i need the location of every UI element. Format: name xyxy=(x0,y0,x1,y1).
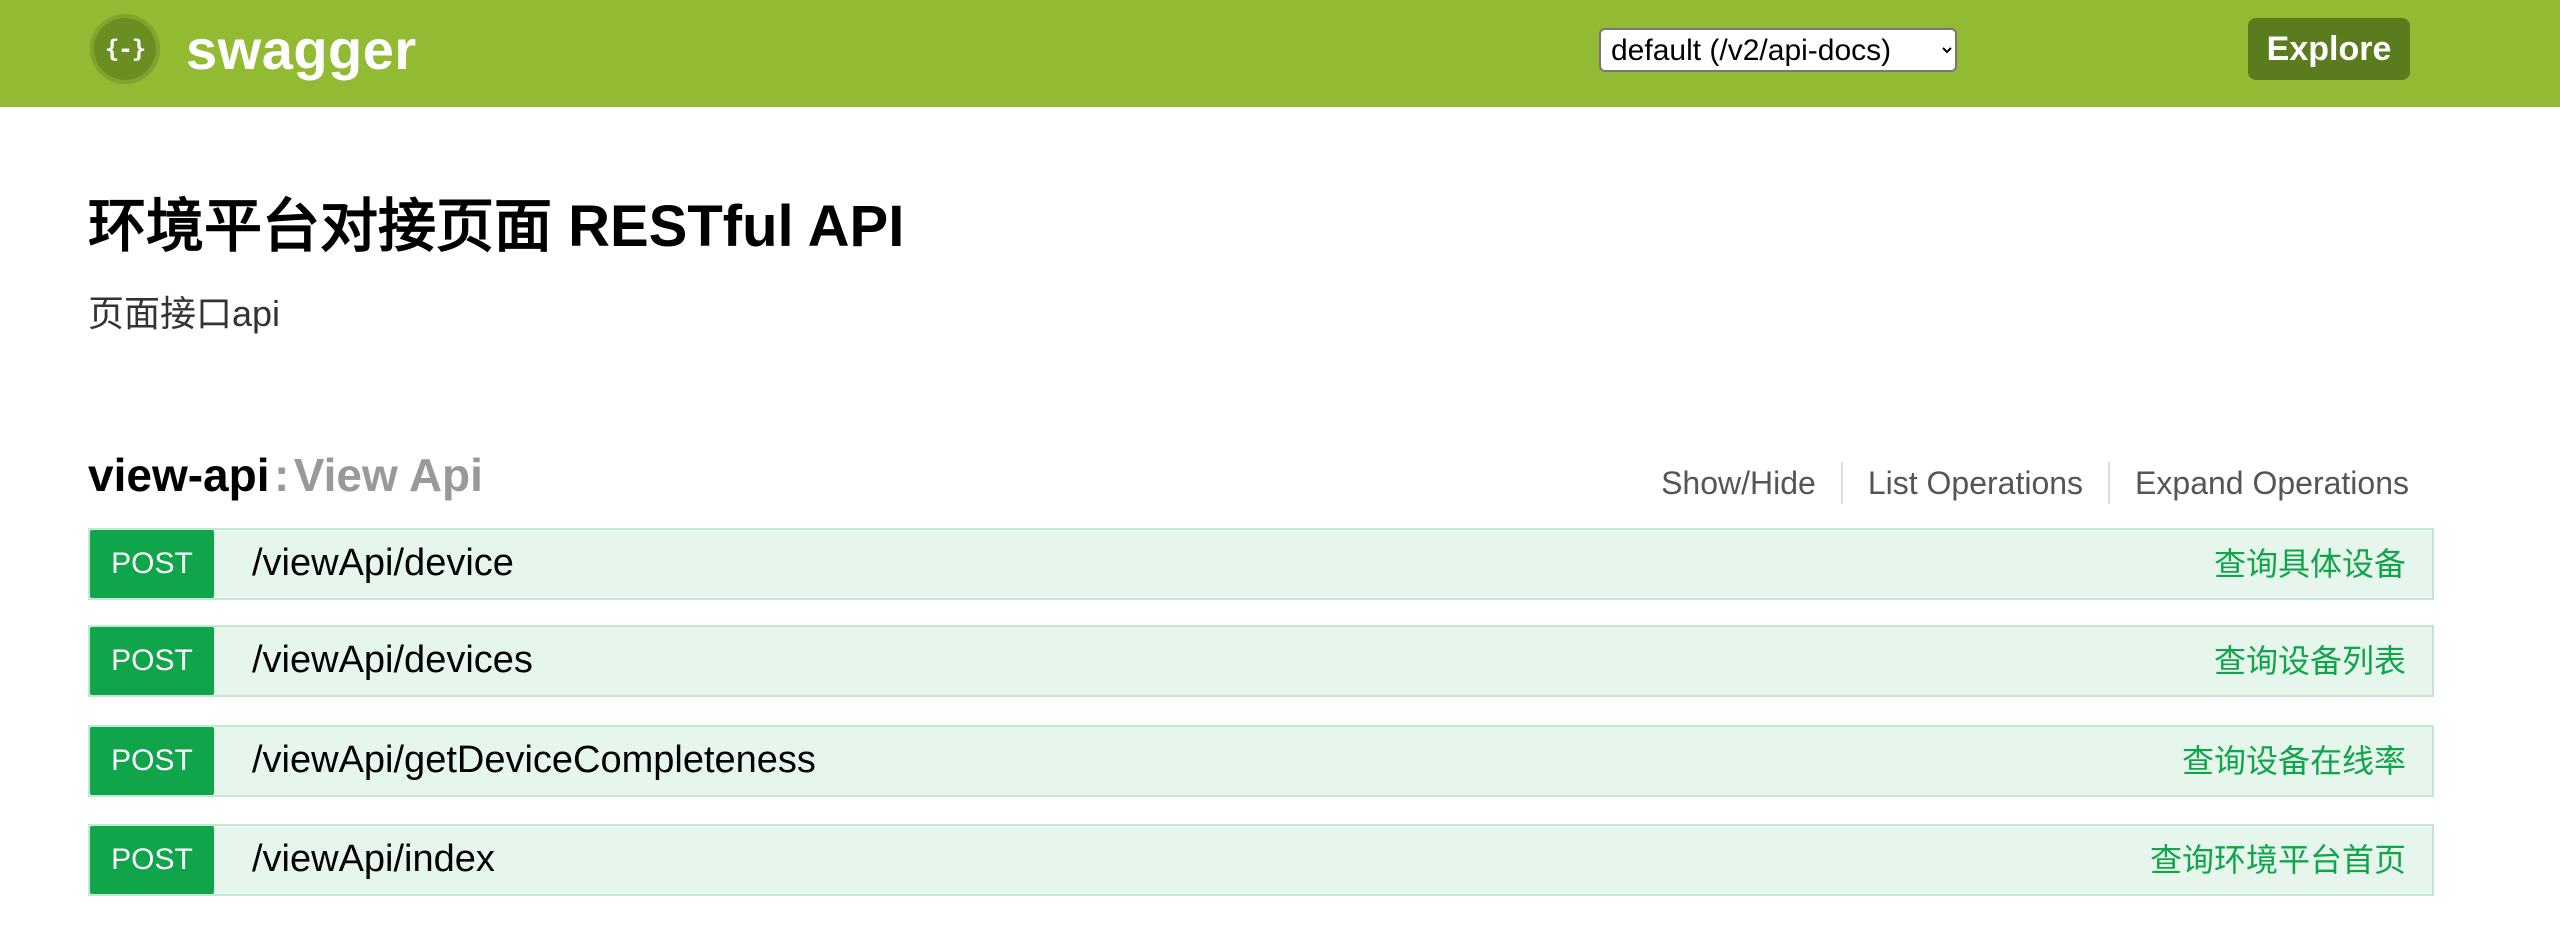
resource-description: View Api xyxy=(293,449,483,501)
operation-row[interactable]: POST /viewApi/index 查询环境平台首页 xyxy=(88,824,2434,896)
operation-summary[interactable]: 查询环境平台首页 xyxy=(2150,844,2406,876)
operation-row[interactable]: POST /viewApi/devices 查询设备列表 xyxy=(88,625,2434,697)
method-badge[interactable]: POST xyxy=(90,826,214,894)
show-hide-link[interactable]: Show/Hide xyxy=(1636,465,1841,502)
swagger-logo[interactable]: {-} swagger xyxy=(90,14,417,84)
operation-path[interactable]: /viewApi/device xyxy=(252,543,514,584)
operation-summary[interactable]: 查询具体设备 xyxy=(2214,548,2406,580)
method-badge[interactable]: POST xyxy=(90,530,214,598)
resource-separator: : xyxy=(273,449,290,501)
operation-row[interactable]: POST /viewApi/device 查询具体设备 xyxy=(88,528,2434,600)
logo-text: swagger xyxy=(186,17,417,81)
operation-row[interactable]: POST /viewApi/getDeviceCompleteness 查询设备… xyxy=(88,725,2434,797)
logo-icon-glyph: {-} xyxy=(104,35,146,63)
api-description: 页面接口api xyxy=(88,293,281,334)
operation-summary[interactable]: 查询设备在线率 xyxy=(2182,745,2406,777)
resource-controls: Show/Hide List Operations Expand Operati… xyxy=(1636,462,2409,504)
operation-path[interactable]: /viewApi/getDeviceCompleteness xyxy=(252,740,816,781)
list-operations-link[interactable]: List Operations xyxy=(1843,465,2108,502)
operation-summary[interactable]: 查询设备列表 xyxy=(2214,645,2406,677)
operation-path[interactable]: /viewApi/devices xyxy=(252,640,533,681)
method-badge[interactable]: POST xyxy=(90,727,214,795)
expand-operations-link[interactable]: Expand Operations xyxy=(2110,465,2409,502)
resource-name-link[interactable]: view-api xyxy=(88,449,270,501)
page-title: 环境平台对接页面 RESTful API xyxy=(88,194,905,259)
resource-heading: view-api : View Api xyxy=(88,452,483,498)
top-bar: {-} swagger default (/v2/api-docs) Explo… xyxy=(0,0,2560,107)
method-badge[interactable]: POST xyxy=(90,627,214,695)
api-spec-select[interactable]: default (/v2/api-docs) xyxy=(1599,28,1957,72)
explore-button[interactable]: Explore xyxy=(2248,18,2410,80)
operation-path[interactable]: /viewApi/index xyxy=(252,839,495,880)
swagger-logo-icon: {-} xyxy=(90,14,160,84)
